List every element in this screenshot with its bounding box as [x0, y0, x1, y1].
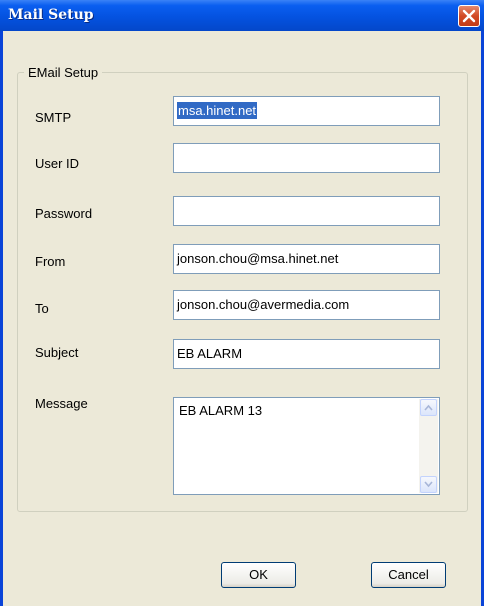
smtp-label: SMTP	[35, 110, 72, 125]
message-label: Message	[35, 396, 88, 411]
group-legend: EMail Setup	[24, 65, 103, 80]
ok-button[interactable]: OK	[221, 562, 296, 588]
subject-field[interactable]: EB ALARM	[173, 339, 440, 369]
from-field[interactable]: jonson.chou@msa.hinet.net	[173, 244, 440, 274]
scroll-down-button[interactable]	[420, 476, 437, 493]
smtp-value: msa.hinet.net	[177, 102, 258, 119]
subject-label: Subject	[35, 345, 79, 360]
dialog-body: EMail Setup SMTP msa.hinet.net User ID P…	[3, 31, 481, 606]
close-icon	[462, 9, 476, 23]
user-id-label: User ID	[35, 156, 80, 171]
message-value: EB ALARM 13	[179, 403, 263, 418]
smtp-field[interactable]: msa.hinet.net	[173, 96, 440, 126]
close-button[interactable]	[458, 5, 480, 27]
from-label: From	[35, 254, 66, 269]
to-label: To	[35, 301, 49, 316]
password-label: Password	[35, 206, 93, 221]
password-field[interactable]	[173, 196, 440, 226]
title-bar[interactable]: Mail Setup	[0, 0, 484, 31]
user-id-field[interactable]	[173, 143, 440, 173]
scroll-up-button[interactable]	[420, 399, 437, 416]
message-field[interactable]: EB ALARM 13	[173, 397, 440, 495]
window-title: Mail Setup	[8, 7, 94, 23]
arrow-up-icon	[424, 404, 433, 411]
arrow-down-icon	[424, 481, 433, 488]
cancel-button[interactable]: Cancel	[371, 562, 446, 588]
message-scrollbar[interactable]	[419, 399, 438, 493]
to-field[interactable]: jonson.chou@avermedia.com	[173, 290, 440, 320]
mail-setup-window: Mail Setup EMail Setup SMTP msa.hinet.ne…	[0, 0, 484, 606]
